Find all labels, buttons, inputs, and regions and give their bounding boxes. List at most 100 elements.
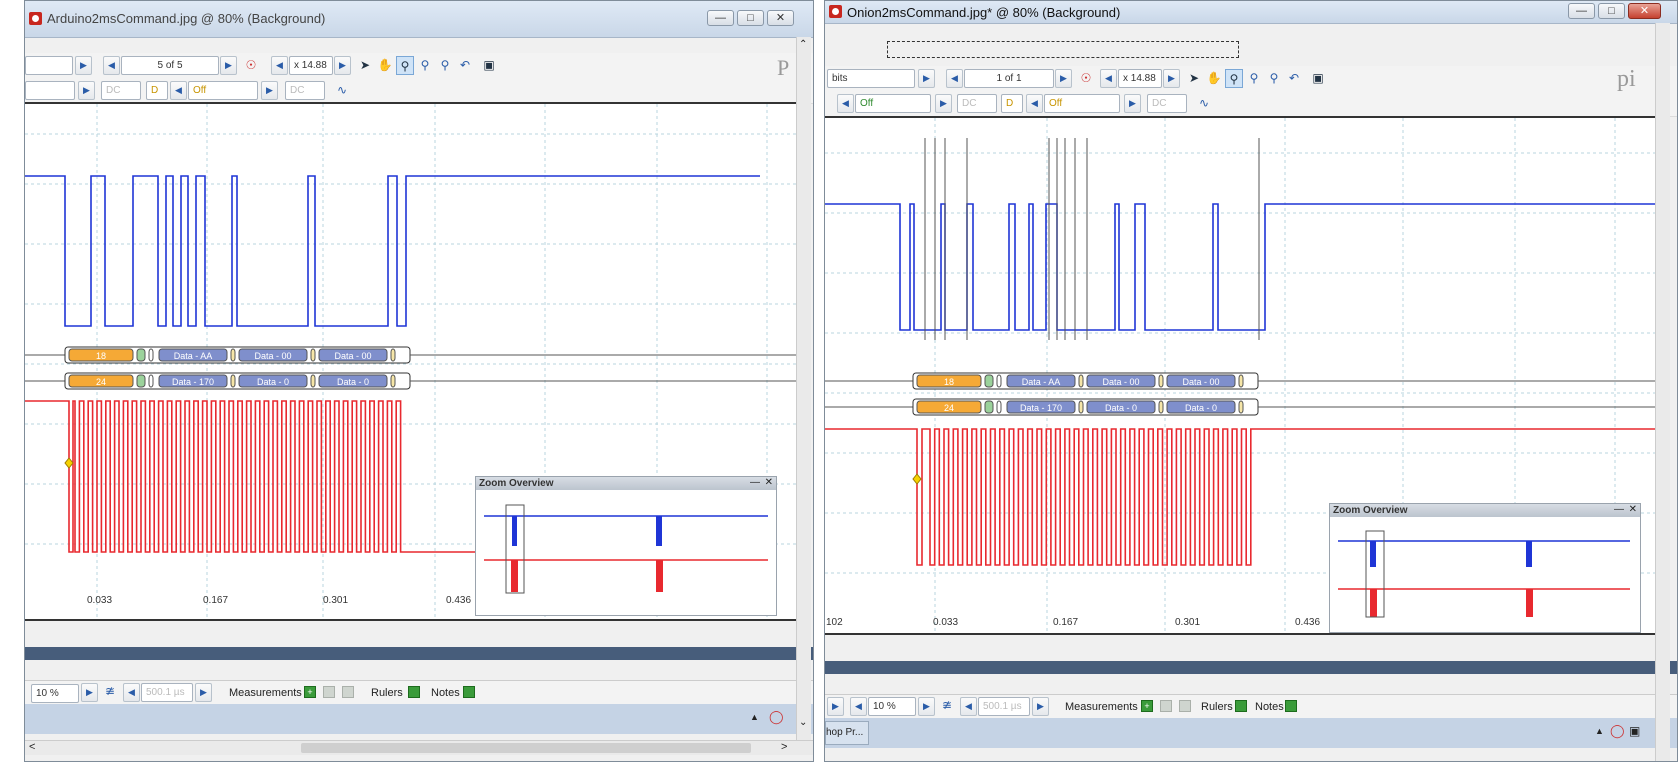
zoom-prev-button[interactable]: ◀ bbox=[1100, 69, 1117, 88]
prev-page-button[interactable]: ◀ bbox=[103, 56, 120, 75]
zoom-factor-field[interactable]: x 14.88 bbox=[1118, 69, 1162, 88]
zoom-in-icon[interactable]: ⚲ bbox=[1245, 69, 1263, 88]
digital-channel-button[interactable]: D bbox=[146, 81, 168, 100]
collapse-icon[interactable]: ▲ bbox=[750, 712, 759, 722]
units-next-arrow[interactable]: ▶ bbox=[918, 69, 935, 88]
time-readout[interactable]: 500.1 µs bbox=[978, 697, 1030, 716]
page-indicator[interactable]: 5 of 5 bbox=[121, 56, 219, 75]
digital-channel-button[interactable]: D bbox=[1001, 94, 1023, 113]
units-select[interactable]: bits bbox=[827, 69, 915, 88]
channel-a-coupling[interactable]: DC bbox=[957, 94, 997, 113]
time-readout[interactable]: 500.1 µs bbox=[141, 683, 193, 702]
time-next[interactable]: ▶ bbox=[195, 683, 212, 702]
zoom-fit-icon[interactable]: ▣ bbox=[480, 56, 498, 75]
units-next[interactable]: ▶ bbox=[827, 697, 844, 716]
left-vertical-scrollbar[interactable]: ⌃ ⌄ bbox=[796, 37, 811, 740]
zoom-in-active-icon[interactable]: ⚲ bbox=[1225, 69, 1243, 88]
zoom-out-icon[interactable]: ⚲ bbox=[436, 56, 454, 75]
scroll-left-icon[interactable]: < bbox=[29, 741, 35, 753]
delete-measurement-icon[interactable] bbox=[342, 686, 354, 698]
window-icon[interactable]: ▣ bbox=[1629, 724, 1640, 738]
panel-close-icon[interactable]: ✕ bbox=[1629, 504, 1637, 515]
hand-icon[interactable]: ✋ bbox=[1205, 69, 1223, 88]
right-scope-plot[interactable]: 18 Data - AA Data - 00 Data - 00 24 Data - 17… bbox=[825, 116, 1655, 635]
time-prev[interactable]: ◀ bbox=[123, 683, 140, 702]
maximize-button[interactable]: □ bbox=[737, 10, 764, 26]
zoom-percent-prev[interactable]: ◀ bbox=[850, 697, 867, 716]
zoom-in-icon[interactable]: ⚲ bbox=[416, 56, 434, 75]
mute-icon[interactable]: ◯ bbox=[1610, 723, 1625, 739]
channel-select[interactable] bbox=[25, 56, 73, 75]
panel-close-icon[interactable]: ✕ bbox=[765, 477, 773, 488]
zoom-percent-field[interactable]: 10 % bbox=[868, 697, 916, 716]
notes-icon[interactable] bbox=[1285, 700, 1297, 712]
hand-icon[interactable]: ✋ bbox=[376, 56, 394, 75]
add-measurement-icon[interactable]: + bbox=[1141, 700, 1153, 712]
left-title-bar[interactable]: Arduino2msCommand.jpg @ 80% (Background)… bbox=[25, 1, 813, 38]
edit-measurement-icon[interactable] bbox=[1160, 700, 1172, 712]
trigger-mode-b-select[interactable]: Off bbox=[1044, 94, 1120, 113]
panel-minimize-icon[interactable]: — bbox=[1614, 504, 1624, 515]
left-horizontal-scrollbar[interactable]: < > bbox=[25, 740, 813, 755]
rulers-icon[interactable] bbox=[1235, 700, 1247, 712]
edit-measurement-icon[interactable] bbox=[323, 686, 335, 698]
page-indicator[interactable]: 1 of 1 bbox=[964, 69, 1054, 88]
notes-icon[interactable] bbox=[463, 686, 475, 698]
scroll-down-icon[interactable]: ⌄ bbox=[799, 717, 807, 728]
undo-zoom-icon[interactable]: ↶ bbox=[1285, 69, 1303, 88]
trigger-mode-select[interactable]: Off bbox=[188, 81, 258, 100]
left-scope-plot[interactable]: 18 Data - AA Data - 00 Data - 00 24 Data - 17… bbox=[25, 102, 800, 621]
prev-page-button[interactable]: ◀ bbox=[946, 69, 963, 88]
close-button[interactable]: ✕ bbox=[767, 10, 794, 26]
delete-measurement-icon[interactable] bbox=[1179, 700, 1191, 712]
next-arrow[interactable]: ▶ bbox=[75, 56, 92, 75]
zoom-overview-panel[interactable]: Zoom Overview — ✕ bbox=[1329, 503, 1641, 633]
trigger-prev-arrow[interactable]: ◀ bbox=[837, 94, 854, 113]
zoom-percent-next[interactable]: ▶ bbox=[918, 697, 935, 716]
scroll-up-icon[interactable]: ⌃ bbox=[799, 39, 807, 50]
zoom-prev-button[interactable]: ◀ bbox=[271, 56, 288, 75]
add-measurement-icon[interactable]: + bbox=[304, 686, 316, 698]
next-page-button[interactable]: ▶ bbox=[220, 56, 237, 75]
trigger-next-arrow[interactable]: ▶ bbox=[935, 94, 952, 113]
close-button[interactable]: ✕ bbox=[1628, 3, 1661, 19]
channel-a-coupling[interactable]: DC bbox=[101, 81, 141, 100]
collapse-icon[interactable]: ▲ bbox=[1595, 726, 1604, 736]
signal-generator-icon[interactable]: ∿ bbox=[333, 81, 351, 100]
zoom-next-button[interactable]: ▶ bbox=[1163, 69, 1180, 88]
trend-icon[interactable]: ≇ bbox=[938, 696, 956, 715]
zoom-overview-panel[interactable]: Zoom Overview — ✕ bbox=[475, 476, 777, 616]
mute-icon[interactable]: ◯ bbox=[769, 709, 784, 725]
compass-icon[interactable]: ☉ bbox=[1077, 69, 1095, 88]
zoom-fit-icon[interactable]: ▣ bbox=[1309, 69, 1327, 88]
scroll-thumb[interactable] bbox=[301, 743, 751, 753]
panel-minimize-icon[interactable]: — bbox=[750, 477, 760, 488]
trigger-prev-arrow[interactable]: ◀ bbox=[170, 81, 187, 100]
trigger-b-prev-arrow[interactable]: ◀ bbox=[1026, 94, 1043, 113]
channel-b-coupling[interactable]: DC bbox=[1147, 94, 1187, 113]
pointer-icon[interactable]: ➤ bbox=[1185, 69, 1203, 88]
signal-generator-icon[interactable]: ∿ bbox=[1195, 94, 1213, 113]
maximize-button[interactable]: □ bbox=[1598, 3, 1625, 19]
zoom-factor-field[interactable]: x 14.88 bbox=[289, 56, 333, 75]
rulers-icon[interactable] bbox=[408, 686, 420, 698]
zoom-in-active-icon[interactable]: ⚲ bbox=[396, 56, 414, 75]
trigger-b-next-arrow[interactable]: ▶ bbox=[1124, 94, 1141, 113]
undo-zoom-icon[interactable]: ↶ bbox=[456, 56, 474, 75]
zoom-percent-field[interactable]: 10 % bbox=[31, 684, 79, 703]
range-next-arrow[interactable]: ▶ bbox=[78, 81, 95, 100]
trigger-mode-a-select[interactable]: Off bbox=[855, 94, 931, 113]
time-prev[interactable]: ◀ bbox=[960, 697, 977, 716]
zoom-percent-next[interactable]: ▶ bbox=[81, 683, 98, 702]
minimize-button[interactable]: — bbox=[1568, 3, 1595, 19]
zoom-next-button[interactable]: ▶ bbox=[334, 56, 351, 75]
range-select[interactable] bbox=[25, 81, 75, 100]
zoom-out-icon[interactable]: ⚲ bbox=[1265, 69, 1283, 88]
trend-icon[interactable]: ≇ bbox=[101, 682, 119, 701]
right-vertical-scrollbar[interactable] bbox=[1655, 23, 1670, 761]
time-next[interactable]: ▶ bbox=[1032, 697, 1049, 716]
next-page-button[interactable]: ▶ bbox=[1055, 69, 1072, 88]
scroll-right-icon[interactable]: > bbox=[781, 741, 787, 753]
taskbar-item[interactable]: hop Pr... bbox=[825, 721, 869, 745]
right-title-bar[interactable]: Onion2msCommand.jpg* @ 80% (Background) … bbox=[825, 1, 1677, 24]
